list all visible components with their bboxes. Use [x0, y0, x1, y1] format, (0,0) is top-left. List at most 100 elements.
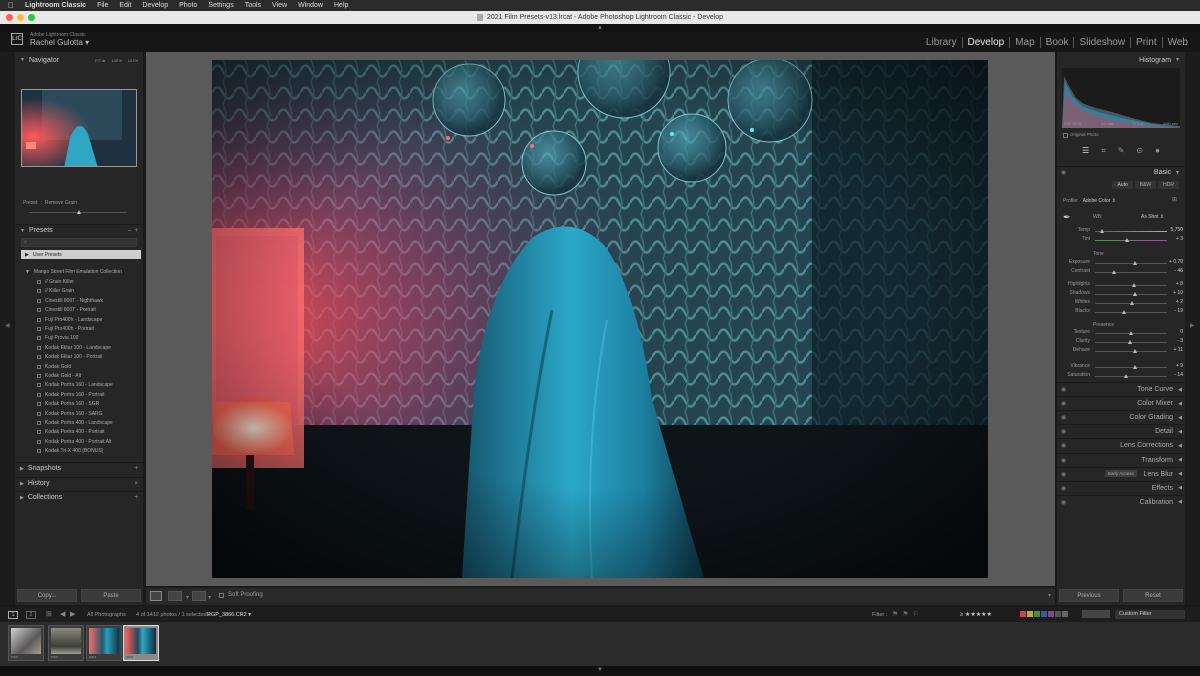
slider-knob[interactable] — [1132, 365, 1137, 369]
menu-edit[interactable]: Edit — [119, 2, 131, 9]
slider-knob[interactable] — [1129, 331, 1133, 335]
menu-file[interactable]: File — [97, 2, 108, 9]
slider-knob[interactable] — [77, 210, 81, 214]
slider-value[interactable]: 0 — [1180, 329, 1183, 335]
panel-calibration[interactable]: ◉ Calibration ◀ — [1057, 494, 1185, 509]
filmstrip-thumbnail[interactable]: ••••• — [8, 625, 44, 661]
slider-clarity[interactable]: Clarity - 3 — [1057, 338, 1185, 347]
slider-value[interactable]: + 3 — [1176, 236, 1183, 242]
eye-icon[interactable]: ◉ — [1061, 386, 1066, 393]
masking-icon[interactable]: ● — [1155, 146, 1160, 162]
navigator-header[interactable]: ▼ Navigator FIT ≑ 100% 121% — [15, 54, 143, 66]
slider-track[interactable] — [1095, 294, 1167, 295]
slider-track[interactable] — [1095, 351, 1167, 352]
panel-tone-curve[interactable]: ◉ Tone Curve ◀ — [1057, 382, 1185, 396]
remove-preset-icon[interactable]: – — [128, 228, 131, 234]
slider-knob[interactable] — [1131, 283, 1136, 287]
slider-exposure[interactable]: Exposure + 0.70 — [1057, 259, 1185, 268]
eye-icon[interactable]: ◉ — [1061, 442, 1066, 449]
dropdown-arrow-icon[interactable]: ▾ — [186, 594, 189, 601]
eye-icon[interactable]: ◉ — [1061, 414, 1066, 421]
slider-tint[interactable]: Tint + 3 — [1057, 236, 1185, 245]
top-panel-toggle[interactable]: ▲ — [0, 24, 1200, 32]
zoom-100[interactable]: 100% — [112, 58, 122, 63]
panel-detail[interactable]: ◉ Detail ◀ — [1057, 424, 1185, 438]
preset-item[interactable]: Kodak Portra 160 - Landscape — [37, 382, 113, 388]
slider-knob[interactable] — [1127, 340, 1132, 344]
history-header[interactable]: ▶ History × — [15, 477, 143, 489]
secondary-window-button[interactable]: 2 — [26, 611, 36, 619]
slider-highlights[interactable]: Highlights + 8 — [1057, 281, 1185, 290]
module-web[interactable]: Web — [1163, 37, 1188, 48]
panel-color-mixer[interactable]: ◉ Color Mixer ◀ — [1057, 396, 1185, 410]
slider-knob[interactable] — [1129, 301, 1134, 305]
filmstrip-toggle[interactable]: ▼ — [0, 666, 1200, 676]
main-photo[interactable] — [212, 60, 988, 578]
red-eye-icon[interactable]: ⊙ — [1136, 146, 1143, 162]
module-print[interactable]: Print — [1131, 37, 1163, 48]
apple-icon[interactable]:  — [8, 1, 14, 10]
slider-value[interactable]: + 9 — [1176, 363, 1183, 369]
slider-value[interactable]: + 11 — [1174, 347, 1184, 353]
forward-arrow-icon[interactable]: ▶ — [70, 610, 75, 618]
flag-icon[interactable]: ⚑ — [902, 610, 908, 618]
slider-knob[interactable] — [1132, 261, 1137, 265]
slider-value[interactable]: - 14 — [1174, 372, 1183, 378]
slider-texture[interactable]: Texture 0 — [1057, 329, 1185, 338]
minimize-window-button[interactable] — [17, 14, 24, 21]
slider-knob[interactable] — [1133, 349, 1138, 353]
preset-item[interactable]: Fuji Pro400h - Portrait — [37, 326, 94, 332]
before-after-swap-button[interactable] — [192, 591, 206, 601]
original-photo-checkbox[interactable] — [1063, 133, 1068, 138]
slider-value[interactable]: - 46 — [1174, 268, 1183, 274]
navigator-preview[interactable] — [21, 89, 137, 167]
slider-saturation[interactable]: Saturation - 14 — [1057, 372, 1185, 381]
eyedropper-icon[interactable]: ✒ — [1063, 212, 1071, 223]
preset-item[interactable]: Fuji Provia 100 — [37, 335, 78, 341]
preset-item[interactable]: Kodak Portra 400 - Portrait — [37, 429, 104, 435]
basic-header[interactable]: ◉ Basic ▼ — [1057, 166, 1185, 178]
menu-photo[interactable]: Photo — [179, 2, 197, 9]
slider-value[interactable]: - 3 — [1177, 338, 1183, 344]
preset-item[interactable]: Kodak Portra 160 - Portrait — [37, 392, 104, 398]
slider-whites[interactable]: Whites + 2 — [1057, 299, 1185, 308]
slider-contrast[interactable]: Contrast - 46 — [1057, 268, 1185, 277]
menu-help[interactable]: Help — [334, 2, 348, 9]
preset-item[interactable]: Kodak Portra 160 - SGR — [37, 401, 99, 407]
module-book[interactable]: Book — [1041, 37, 1075, 48]
slider-track[interactable] — [1095, 263, 1167, 264]
slider-knob[interactable] — [1112, 270, 1117, 274]
toolbar-menu-icon[interactable]: ▾ — [1048, 592, 1051, 599]
flag-icon[interactable]: ⚑ — [892, 610, 898, 618]
star-rating-filter[interactable]: ≥ ★★★★★ — [960, 611, 992, 618]
slider-knob[interactable] — [1123, 374, 1128, 378]
menu-app[interactable]: Lightroom Classic — [25, 2, 86, 9]
histogram-graph[interactable]: ISO 1600 24 mm f / 1.4 1/60 sec — [1062, 68, 1180, 128]
crop-icon[interactable]: ⌗ — [1101, 146, 1106, 162]
snapshots-header[interactable]: ▶ Snapshots + — [15, 462, 143, 474]
back-arrow-icon[interactable]: ◀ — [60, 610, 65, 618]
previous-button[interactable]: Previous — [1059, 589, 1119, 602]
preset-item[interactable]: Cinestill 800T - Nighthawk — [37, 298, 103, 304]
histogram-header[interactable]: Histogram ▼ — [1057, 54, 1185, 66]
left-panel-toggle[interactable]: ◀ — [0, 52, 15, 605]
right-panel-toggle[interactable]: ▶ — [1185, 52, 1200, 605]
yellow-label[interactable] — [1027, 611, 1033, 617]
before-after-button[interactable] — [168, 591, 182, 601]
slider-value[interactable]: + 8 — [1176, 281, 1183, 287]
eye-icon[interactable]: ◉ — [1061, 485, 1066, 492]
preset-item[interactable]: Kodak Portra 400 - Landscape — [37, 420, 113, 426]
preset-item[interactable]: Fuji Pro400h - Landscape — [37, 317, 102, 323]
auto-button[interactable]: Auto — [1112, 181, 1133, 189]
slider-track[interactable] — [1095, 367, 1167, 368]
filename-dropdown[interactable]: RGP_3866.CR2 ▾ — [207, 612, 251, 618]
healing-icon[interactable]: ✎ — [1118, 146, 1125, 162]
slider-value[interactable]: 5,750 — [1170, 227, 1183, 233]
zoom-window-button[interactable] — [28, 14, 35, 21]
user-name[interactable]: Rachel Gulotta ▾ — [30, 38, 89, 47]
menu-settings[interactable]: Settings — [208, 2, 233, 9]
module-map[interactable]: Map — [1010, 37, 1041, 48]
panel-transform[interactable]: ◉ Transform ◀ — [1057, 452, 1185, 467]
slider-value[interactable]: + 10 — [1173, 290, 1183, 296]
menu-view[interactable]: View — [272, 2, 287, 9]
